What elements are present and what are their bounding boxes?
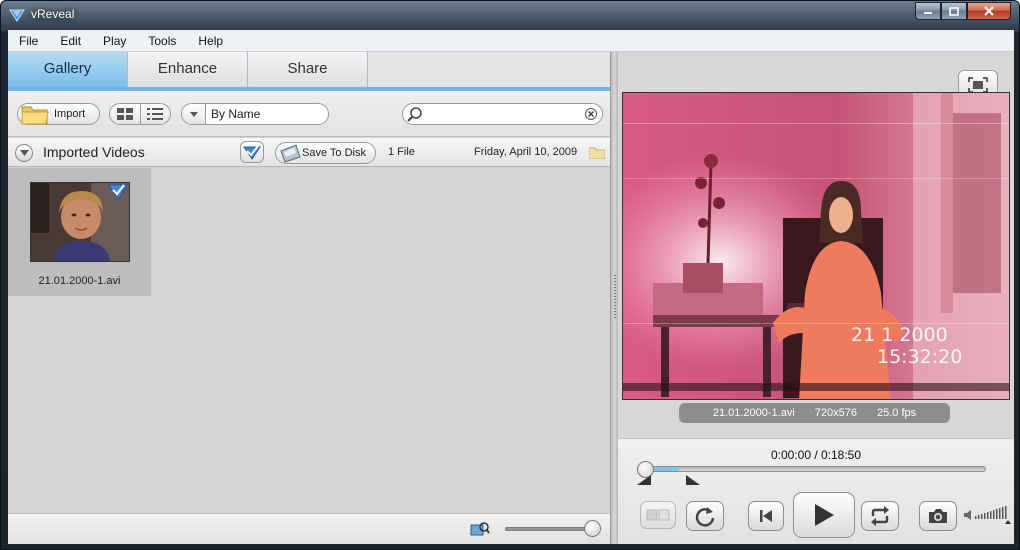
menu-edit[interactable]: Edit	[49, 34, 92, 48]
volume-icon[interactable]	[964, 510, 974, 520]
save-to-disk-button[interactable]: Save To Disk	[275, 142, 376, 164]
timecode: 0:00:00 / 0:18:50	[770, 448, 862, 462]
previous-button[interactable]	[748, 501, 784, 531]
window-title: vReveal	[31, 7, 75, 21]
loop-icon	[871, 506, 889, 526]
minimize-icon	[924, 12, 932, 14]
client-area: Gallery Enhance Share Import By Name Imp…	[8, 52, 1014, 544]
clear-icon[interactable]	[585, 108, 597, 120]
maximize-button[interactable]	[941, 2, 967, 20]
mark-out-handle[interactable]	[686, 475, 700, 485]
gallery-item-label: 21.01.2000-1.avi	[38, 275, 121, 287]
previous-icon	[760, 510, 772, 522]
gallery-grid: 21.01.2000-1.avi	[8, 168, 610, 513]
tab-bar: Gallery Enhance Share	[8, 52, 610, 91]
search-box	[402, 103, 603, 125]
select-all-button[interactable]	[240, 141, 264, 163]
gallery-toolbar: Import By Name	[8, 91, 610, 137]
mark-in-handle[interactable]	[637, 475, 651, 485]
collapse-group-button[interactable]	[15, 144, 33, 162]
sort-value: By Name	[211, 107, 261, 121]
minimize-button[interactable]	[915, 2, 941, 20]
tab-gallery[interactable]: Gallery	[8, 52, 128, 87]
menu-play[interactable]: Play	[92, 34, 137, 48]
video-overlay-date: 21 1 2000	[851, 324, 948, 346]
menu-bar: File Edit Play Tools Help	[8, 30, 1014, 52]
play-icon	[815, 504, 834, 526]
close-icon	[984, 6, 994, 16]
checkmark-icon[interactable]	[108, 183, 128, 200]
grid-view-button[interactable]	[110, 104, 140, 124]
close-button[interactable]	[967, 2, 1011, 20]
view-toggle	[109, 103, 171, 125]
group-date: Friday, April 10, 2009	[474, 146, 578, 158]
list-view-button[interactable]	[139, 104, 170, 124]
snapshot-button[interactable]	[919, 501, 957, 531]
grid-view-icon	[116, 108, 133, 120]
import-button[interactable]: Import	[17, 103, 100, 125]
chevron-down-icon	[19, 150, 29, 156]
seek-bar[interactable]	[640, 466, 986, 472]
folder-icon[interactable]	[589, 147, 605, 159]
playback-controls: 0:00:00 / 0:18:50	[618, 438, 1014, 544]
tab-share[interactable]: Share	[248, 52, 368, 87]
group-header: Imported Videos Save To Disk 1 File Frid…	[8, 138, 610, 167]
menu-tools[interactable]: Tools	[137, 34, 187, 48]
group-title: Imported Videos	[43, 144, 145, 160]
video-overlay-time: 15:32:20	[877, 346, 962, 368]
volume-slider[interactable]	[975, 502, 1011, 524]
checkmark-icon	[243, 145, 261, 160]
video-info-bar: 21.01.2000-1.avi 720x576 25.0 fps	[679, 403, 950, 423]
file-count: 1 File	[388, 146, 415, 158]
title-bar[interactable]: vReveal	[1, 1, 1019, 29]
video-preview[interactable]: 21 1 2000 15:32:20	[622, 92, 1010, 400]
split-compare-button[interactable]	[640, 501, 676, 529]
chevron-down-icon	[189, 111, 198, 117]
gallery-panel: Gallery Enhance Share Import By Name Imp…	[8, 52, 610, 544]
disk-icon	[280, 144, 301, 163]
sort-dropdown[interactable]: By Name	[181, 103, 329, 125]
menu-help[interactable]: Help	[187, 34, 234, 48]
video-resolution: 720x576	[814, 407, 858, 419]
app-logo-icon	[9, 9, 25, 22]
loop-button[interactable]	[861, 501, 899, 531]
maximize-icon	[949, 6, 959, 16]
save-to-disk-label: Save To Disk	[302, 147, 366, 159]
panel-splitter[interactable]	[610, 52, 618, 544]
splitter-grip[interactable]	[614, 275, 616, 319]
tab-enhance[interactable]: Enhance	[128, 52, 248, 87]
video-filename: 21.01.2000-1.avi	[712, 407, 795, 419]
gallery-statusbar	[8, 513, 610, 544]
import-label: Import	[54, 108, 86, 120]
list-view-icon	[147, 108, 164, 120]
search-input[interactable]	[427, 108, 577, 120]
thumbnail-size-handle[interactable]	[584, 520, 601, 537]
rotate-button[interactable]	[686, 501, 724, 531]
thumbnail-size-icon	[470, 522, 490, 536]
app-window: vReveal File Edit Play Tools Help Galler…	[0, 0, 1020, 550]
search-icon	[407, 107, 422, 122]
rotate-icon	[695, 507, 715, 527]
split-view-icon	[646, 509, 670, 521]
fullscreen-icon	[968, 76, 988, 93]
thumbnail-size-slider[interactable]	[505, 527, 595, 531]
gallery-item[interactable]: 21.01.2000-1.avi	[8, 168, 151, 296]
menu-file[interactable]: File	[8, 34, 49, 48]
sort-dropdown-arrow[interactable]	[182, 104, 206, 124]
folder-icon	[21, 106, 49, 125]
play-button[interactable]	[793, 492, 855, 538]
preview-panel: 21 1 2000 15:32:20 21.01.2000-1.avi 720x…	[618, 52, 1014, 544]
camera-icon	[929, 509, 947, 523]
video-fps: 25.0 fps	[877, 407, 917, 419]
